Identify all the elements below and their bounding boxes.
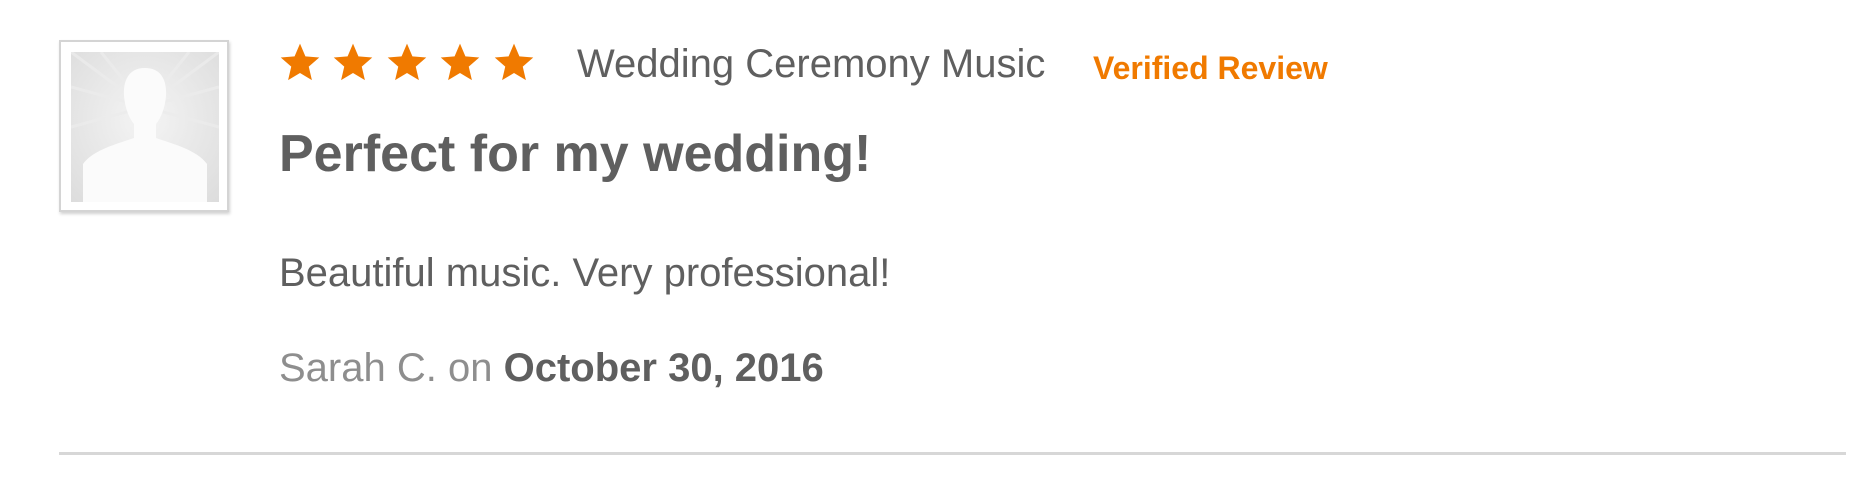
review-byline: Sarah C. on October 30, 2016 — [279, 343, 824, 393]
default-user-silhouette-icon — [71, 52, 219, 202]
divider — [59, 452, 1846, 455]
review-author: Sarah C. — [279, 346, 437, 390]
byline-on-text: on — [447, 346, 493, 390]
star-icon — [280, 43, 320, 81]
review-card: Wedding Ceremony Music Verified Review P… — [0, 0, 1866, 487]
verified-review-badge: Verified Review — [1093, 50, 1328, 86]
star-icon — [440, 43, 480, 81]
review-date: October 30, 2016 — [503, 346, 824, 390]
avatar — [59, 40, 229, 212]
service-name: Wedding Ceremony Music — [577, 42, 1046, 86]
star-icon — [387, 43, 427, 81]
review-body: Beautiful music. Very professional! — [279, 251, 891, 295]
star-icon — [333, 43, 373, 81]
star-rating — [279, 38, 544, 88]
review-title: Perfect for my wedding! — [279, 125, 872, 183]
star-icon — [494, 43, 534, 81]
